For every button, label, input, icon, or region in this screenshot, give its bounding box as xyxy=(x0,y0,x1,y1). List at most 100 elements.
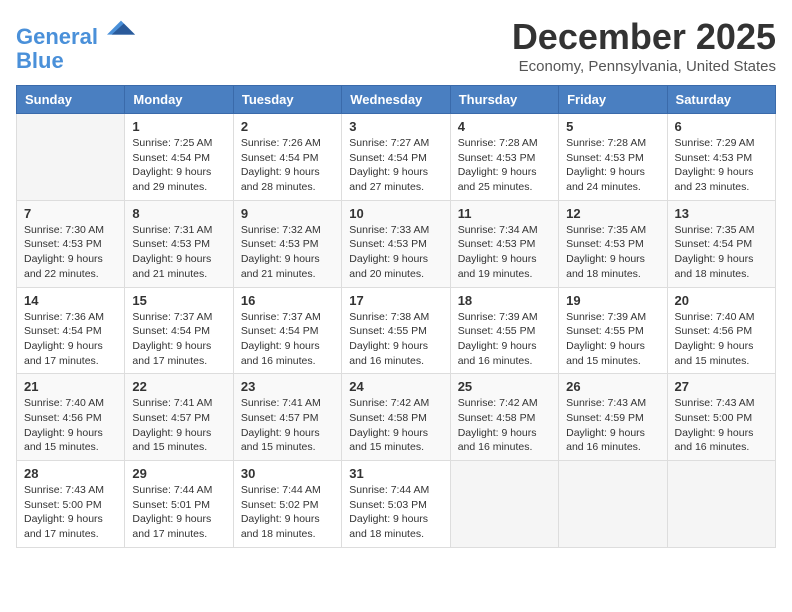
day-number: 6 xyxy=(675,119,768,134)
calendar-header-monday: Monday xyxy=(125,86,233,114)
day-info: Sunrise: 7:44 AMSunset: 5:01 PMDaylight:… xyxy=(132,483,225,542)
day-number: 9 xyxy=(241,206,334,221)
day-info: Sunrise: 7:32 AMSunset: 4:53 PMDaylight:… xyxy=(241,223,334,282)
day-info: Sunrise: 7:43 AMSunset: 5:00 PMDaylight:… xyxy=(675,396,768,455)
day-number: 11 xyxy=(458,206,551,221)
day-number: 1 xyxy=(132,119,225,134)
day-info: Sunrise: 7:29 AMSunset: 4:53 PMDaylight:… xyxy=(675,136,768,195)
calendar-cell: 15 Sunrise: 7:37 AMSunset: 4:54 PMDayligh… xyxy=(125,287,233,374)
page-header: General Blue December 2025 Economy, Penn… xyxy=(16,16,776,75)
calendar-header-sunday: Sunday xyxy=(17,86,125,114)
calendar-week-row: 1 Sunrise: 7:25 AMSunset: 4:54 PMDaylight… xyxy=(17,114,776,201)
day-number: 27 xyxy=(675,379,768,394)
day-number: 23 xyxy=(241,379,334,394)
day-number: 22 xyxy=(132,379,225,394)
day-info: Sunrise: 7:27 AMSunset: 4:54 PMDaylight:… xyxy=(349,136,442,195)
day-info: Sunrise: 7:25 AMSunset: 4:54 PMDaylight:… xyxy=(132,136,225,195)
calendar-cell: 29 Sunrise: 7:44 AMSunset: 5:01 PMDayligh… xyxy=(125,461,233,548)
day-info: Sunrise: 7:37 AMSunset: 4:54 PMDaylight:… xyxy=(132,310,225,369)
day-number: 25 xyxy=(458,379,551,394)
calendar-cell: 3 Sunrise: 7:27 AMSunset: 4:54 PMDaylight… xyxy=(342,114,450,201)
calendar-header-wednesday: Wednesday xyxy=(342,86,450,114)
day-number: 15 xyxy=(132,293,225,308)
calendar-cell: 13Sunrise: 7:35 AMSunset: 4:54 PMDayligh… xyxy=(667,200,775,287)
day-number: 5 xyxy=(566,119,659,134)
calendar-week-row: 14 Sunrise: 7:36 AMSunset: 4:54 PMDayligh… xyxy=(17,287,776,374)
calendar-cell: 14 Sunrise: 7:36 AMSunset: 4:54 PMDayligh… xyxy=(17,287,125,374)
calendar-header-thursday: Thursday xyxy=(450,86,558,114)
day-number: 19 xyxy=(566,293,659,308)
logo-text: General xyxy=(16,16,135,49)
calendar-cell: 22 Sunrise: 7:41 AMSunset: 4:57 PMDayligh… xyxy=(125,374,233,461)
calendar-cell: 18 Sunrise: 7:39 AMSunset: 4:55 PMDayligh… xyxy=(450,287,558,374)
day-info: Sunrise: 7:41 AMSunset: 4:57 PMDaylight:… xyxy=(132,396,225,455)
calendar-cell: 5Sunrise: 7:28 AMSunset: 4:53 PMDaylight… xyxy=(559,114,667,201)
day-info: Sunrise: 7:42 AMSunset: 4:58 PMDaylight:… xyxy=(349,396,442,455)
logo-icon xyxy=(107,16,135,44)
calendar-header-saturday: Saturday xyxy=(667,86,775,114)
day-info: Sunrise: 7:39 AMSunset: 4:55 PMDaylight:… xyxy=(566,310,659,369)
day-number: 3 xyxy=(349,119,442,134)
calendar-cell: 28 Sunrise: 7:43 AMSunset: 5:00 PMDayligh… xyxy=(17,461,125,548)
calendar-cell: 20Sunrise: 7:40 AMSunset: 4:56 PMDayligh… xyxy=(667,287,775,374)
day-number: 28 xyxy=(24,466,117,481)
day-info: Sunrise: 7:36 AMSunset: 4:54 PMDaylight:… xyxy=(24,310,117,369)
calendar-cell: 10 Sunrise: 7:33 AMSunset: 4:53 PMDayligh… xyxy=(342,200,450,287)
calendar-header-friday: Friday xyxy=(559,86,667,114)
calendar-cell: 21 Sunrise: 7:40 AMSunset: 4:56 PMDayligh… xyxy=(17,374,125,461)
calendar-header-tuesday: Tuesday xyxy=(233,86,341,114)
calendar-cell xyxy=(667,461,775,548)
day-number: 12 xyxy=(566,206,659,221)
day-number: 31 xyxy=(349,466,442,481)
day-info: Sunrise: 7:44 AMSunset: 5:02 PMDaylight:… xyxy=(241,483,334,542)
calendar-cell xyxy=(559,461,667,548)
calendar-cell xyxy=(450,461,558,548)
calendar-cell: 12 Sunrise: 7:35 AMSunset: 4:53 PMDayligh… xyxy=(559,200,667,287)
day-number: 16 xyxy=(241,293,334,308)
day-info: Sunrise: 7:43 AMSunset: 4:59 PMDaylight:… xyxy=(566,396,659,455)
day-info: Sunrise: 7:37 AMSunset: 4:54 PMDaylight:… xyxy=(241,310,334,369)
day-info: Sunrise: 7:42 AMSunset: 4:58 PMDaylight:… xyxy=(458,396,551,455)
day-info: Sunrise: 7:40 AMSunset: 4:56 PMDaylight:… xyxy=(24,396,117,455)
calendar-table: SundayMondayTuesdayWednesdayThursdayFrid… xyxy=(16,85,776,548)
calendar-cell: 26Sunrise: 7:43 AMSunset: 4:59 PMDayligh… xyxy=(559,374,667,461)
logo-text2: Blue xyxy=(16,49,135,73)
calendar-cell: 2Sunrise: 7:26 AMSunset: 4:54 PMDaylight… xyxy=(233,114,341,201)
calendar-cell: 4Sunrise: 7:28 AMSunset: 4:53 PMDaylight… xyxy=(450,114,558,201)
day-info: Sunrise: 7:33 AMSunset: 4:53 PMDaylight:… xyxy=(349,223,442,282)
day-number: 10 xyxy=(349,206,442,221)
day-number: 8 xyxy=(132,206,225,221)
day-info: Sunrise: 7:26 AMSunset: 4:54 PMDaylight:… xyxy=(241,136,334,195)
day-info: Sunrise: 7:44 AMSunset: 5:03 PMDaylight:… xyxy=(349,483,442,542)
day-info: Sunrise: 7:28 AMSunset: 4:53 PMDaylight:… xyxy=(458,136,551,195)
calendar-header-row: SundayMondayTuesdayWednesdayThursdayFrid… xyxy=(17,86,776,114)
day-info: Sunrise: 7:40 AMSunset: 4:56 PMDaylight:… xyxy=(675,310,768,369)
day-number: 21 xyxy=(24,379,117,394)
day-number: 7 xyxy=(24,206,117,221)
calendar-cell: 7Sunrise: 7:30 AMSunset: 4:53 PMDaylight… xyxy=(17,200,125,287)
day-info: Sunrise: 7:43 AMSunset: 5:00 PMDaylight:… xyxy=(24,483,117,542)
calendar-cell: 25 Sunrise: 7:42 AMSunset: 4:58 PMDayligh… xyxy=(450,374,558,461)
title-block: December 2025 Economy, Pennsylvania, Uni… xyxy=(512,16,776,75)
day-info: Sunrise: 7:34 AMSunset: 4:53 PMDaylight:… xyxy=(458,223,551,282)
day-number: 24 xyxy=(349,379,442,394)
calendar-cell xyxy=(17,114,125,201)
day-number: 13 xyxy=(675,206,768,221)
calendar-cell: 9 Sunrise: 7:32 AMSunset: 4:53 PMDaylight… xyxy=(233,200,341,287)
calendar-week-row: 21 Sunrise: 7:40 AMSunset: 4:56 PMDayligh… xyxy=(17,374,776,461)
calendar-week-row: 28 Sunrise: 7:43 AMSunset: 5:00 PMDayligh… xyxy=(17,461,776,548)
day-number: 14 xyxy=(24,293,117,308)
day-info: Sunrise: 7:41 AMSunset: 4:57 PMDaylight:… xyxy=(241,396,334,455)
day-info: Sunrise: 7:35 AMSunset: 4:53 PMDaylight:… xyxy=(566,223,659,282)
day-info: Sunrise: 7:38 AMSunset: 4:55 PMDaylight:… xyxy=(349,310,442,369)
day-number: 18 xyxy=(458,293,551,308)
day-number: 29 xyxy=(132,466,225,481)
calendar-cell: 30 Sunrise: 7:44 AMSunset: 5:02 PMDayligh… xyxy=(233,461,341,548)
calendar-cell: 16 Sunrise: 7:37 AMSunset: 4:54 PMDayligh… xyxy=(233,287,341,374)
calendar-cell: 6 Sunrise: 7:29 AMSunset: 4:53 PMDaylight… xyxy=(667,114,775,201)
day-info: Sunrise: 7:39 AMSunset: 4:55 PMDaylight:… xyxy=(458,310,551,369)
day-number: 17 xyxy=(349,293,442,308)
calendar-cell: 11 Sunrise: 7:34 AMSunset: 4:53 PMDayligh… xyxy=(450,200,558,287)
calendar-cell: 17 Sunrise: 7:38 AMSunset: 4:55 PMDayligh… xyxy=(342,287,450,374)
day-number: 30 xyxy=(241,466,334,481)
